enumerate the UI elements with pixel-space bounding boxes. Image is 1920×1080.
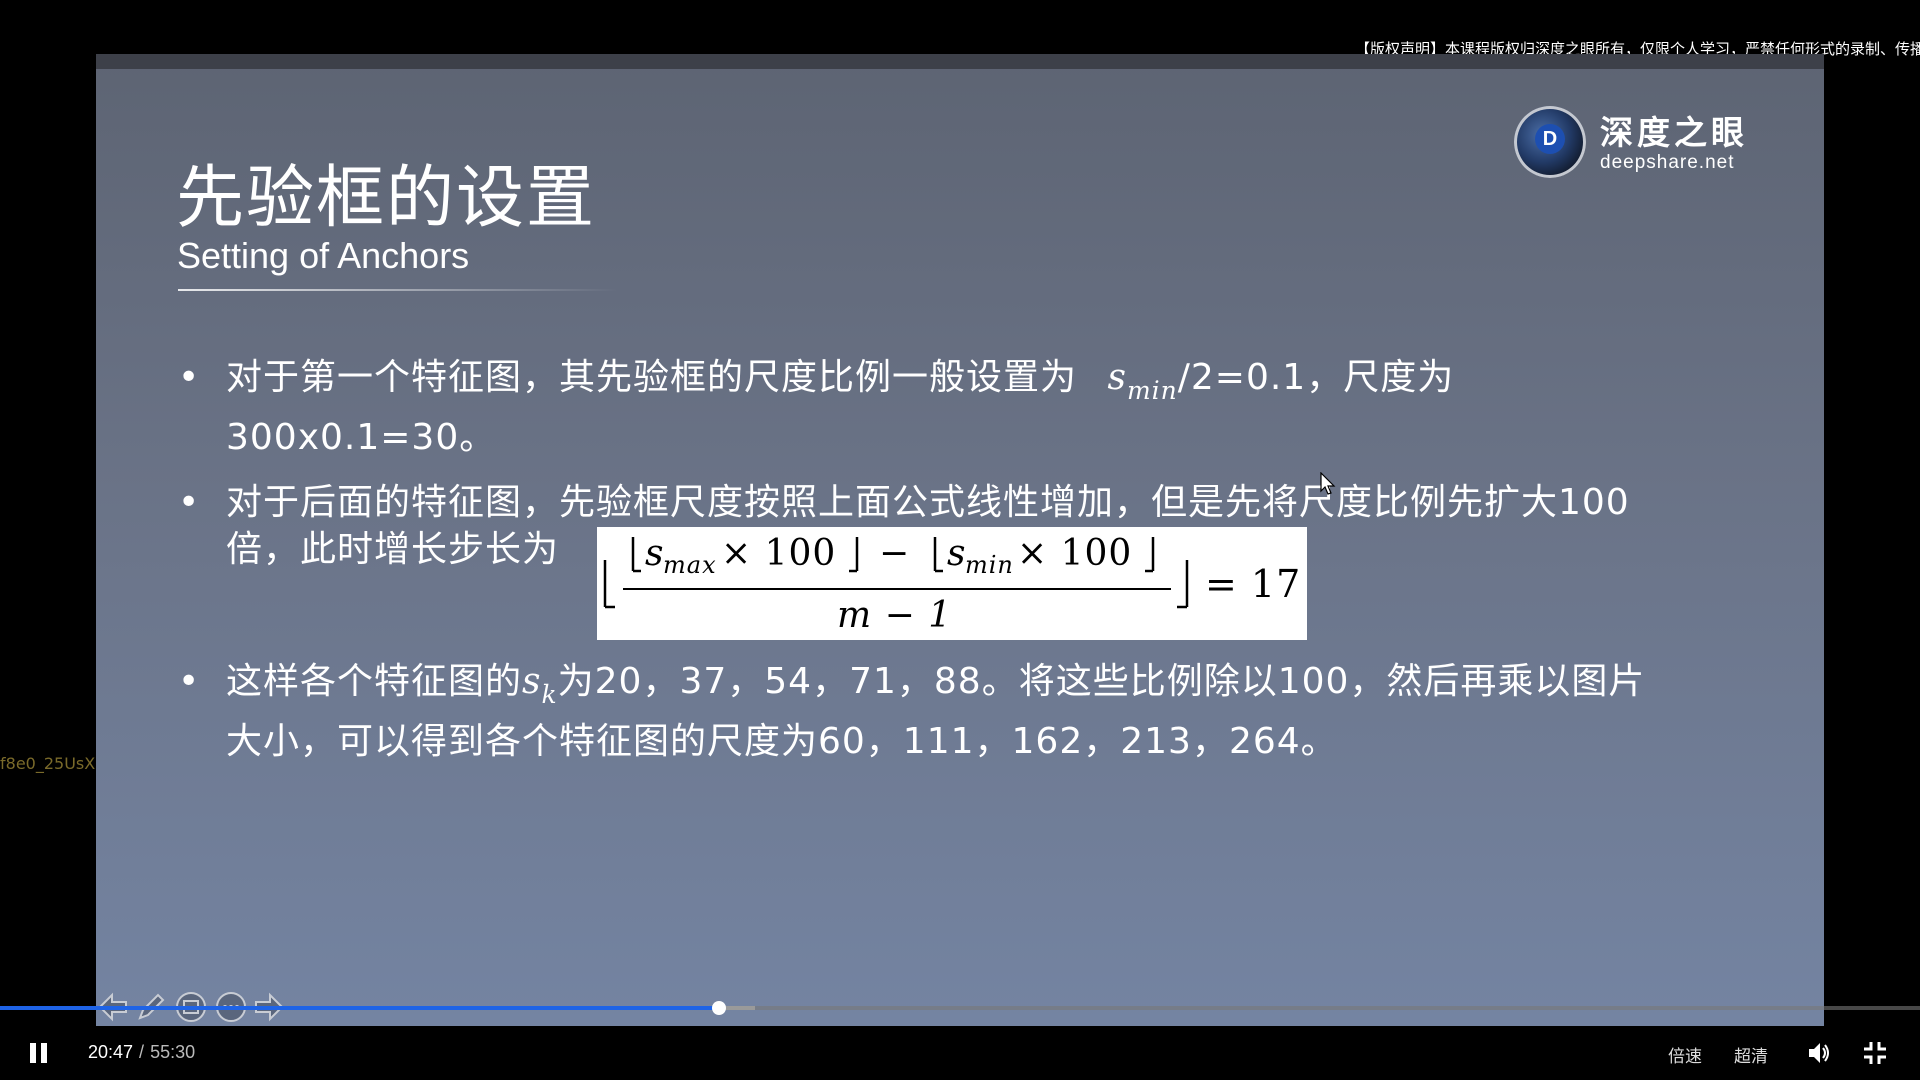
slide-title: 先验框的设置 bbox=[176, 159, 597, 238]
math-sub: min bbox=[1126, 376, 1178, 405]
progress-knob[interactable] bbox=[712, 1001, 727, 1015]
pause-icon[interactable] bbox=[28, 1042, 50, 1064]
bullet-text: 这样各个特征图的 bbox=[226, 661, 523, 702]
current-time: 20:47 bbox=[88, 1042, 134, 1062]
math-var: s bbox=[522, 661, 542, 702]
formula-denominator: m − 1 bbox=[837, 595, 952, 636]
formula-minus: − bbox=[879, 533, 910, 574]
bullet-dot: • bbox=[178, 482, 201, 523]
control-bar: 20:47/55:30 倍速 超清 bbox=[0, 1026, 1920, 1080]
step-formula: s max × 100 − s min × 100 m − 1 = 17 bbox=[597, 527, 1308, 640]
formula-s-max-sub: max bbox=[663, 551, 717, 579]
presentation-slide: 先验框的设置 Setting of Anchors D 深度之眼 deepsha… bbox=[96, 54, 1824, 1026]
math-s-k: sk bbox=[522, 661, 558, 709]
slide-subtitle: Setting of Anchors bbox=[177, 235, 470, 276]
time-separator: / bbox=[139, 1042, 145, 1062]
formula-times-max: × 100 bbox=[721, 533, 836, 574]
math-s-min: smin bbox=[1107, 357, 1177, 405]
volume-icon[interactable] bbox=[1806, 1040, 1832, 1066]
logo-site: deepshare.net bbox=[1600, 152, 1735, 173]
formula-result: = 17 bbox=[1205, 562, 1301, 606]
speed-button[interactable]: 倍速 bbox=[1668, 1042, 1702, 1067]
formula-s-min: s bbox=[947, 533, 966, 574]
bullet-item-linear-increase: • 对于后面的特征图，先验框尺度按照上面公式线性增加，但是先将尺度比例先扩大10… bbox=[176, 479, 1656, 640]
title-divider bbox=[178, 289, 618, 291]
mouse-cursor-icon bbox=[1320, 472, 1336, 495]
formula-times-min: × 100 bbox=[1017, 533, 1132, 574]
logo-letter: D bbox=[1535, 124, 1565, 154]
bullet-list: • 对于第一个特征图，其先验框的尺度比例一般设置为 smin/2=0.1，尺度为… bbox=[176, 354, 1656, 783]
math-var: s bbox=[1107, 357, 1127, 398]
bullet-dot: • bbox=[178, 357, 201, 398]
bullet-item-first-feature-map: • 对于第一个特征图，其先验框的尺度比例一般设置为 smin/2=0.1，尺度为… bbox=[176, 354, 1656, 461]
math-sub: k bbox=[541, 680, 558, 709]
progress-fill bbox=[0, 1006, 720, 1010]
video-player[interactable]: 【版权声明】本课程版权归深度之眼所有，仅限个人学习，严禁任何形式的录制、传播 f… bbox=[0, 0, 1920, 1080]
logo-eye-icon: D bbox=[1514, 106, 1586, 178]
deepshare-logo: D 深度之眼 deepshare.net bbox=[1514, 102, 1774, 182]
progress-bar[interactable] bbox=[0, 1001, 1920, 1015]
duration: 55:30 bbox=[150, 1042, 196, 1062]
time-display: 20:47/55:30 bbox=[88, 1042, 195, 1063]
formula-s-max: s bbox=[645, 533, 664, 574]
bullet-dot: • bbox=[178, 661, 201, 702]
exit-fullscreen-icon[interactable] bbox=[1862, 1040, 1888, 1066]
bullet-text: 对于第一个特征图，其先验框的尺度比例一般设置为 bbox=[226, 357, 1078, 398]
quality-button[interactable]: 超清 bbox=[1734, 1042, 1768, 1067]
logo-name: 深度之眼 bbox=[1600, 113, 1748, 152]
bullet-item-scales: • 这样各个特征图的sk为20，37，54，71，88。将这些比例除以100，然… bbox=[176, 658, 1656, 765]
formula-s-min-sub: min bbox=[965, 551, 1014, 579]
slide-top-bar bbox=[96, 54, 1824, 69]
